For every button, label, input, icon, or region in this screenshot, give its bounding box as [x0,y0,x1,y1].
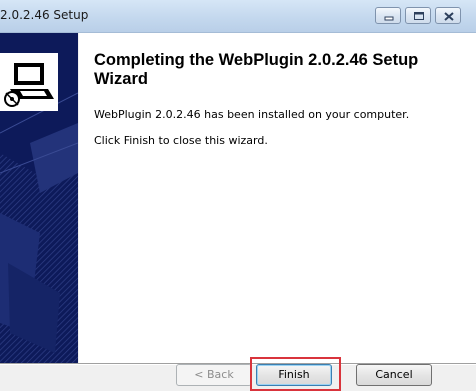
minimize-icon [384,16,394,21]
setup-computer-icon [0,53,58,111]
maximize-button[interactable] [405,7,431,24]
setup-window: 2.0.2.46 Setup Completing the WebPlugin … [0,0,476,391]
finish-instruction: Click Finish to close this wizard. [94,134,268,147]
finish-button[interactable]: Finish [256,364,332,386]
minimize-button[interactable] [375,7,401,24]
close-icon [444,12,454,21]
wizard-content: Completing the WebPlugin 2.0.2.46 Setup … [79,33,476,363]
installed-message: WebPlugin 2.0.2.46 has been installed on… [94,108,410,121]
cancel-button[interactable]: Cancel [356,364,432,386]
window-title: 2.0.2.46 Setup [0,8,89,22]
title-bar[interactable]: 2.0.2.46 Setup [0,0,476,33]
close-button[interactable] [435,7,461,24]
caption-buttons [375,7,461,25]
wizard-banner [0,33,78,363]
maximize-icon [414,12,424,20]
back-button[interactable]: < Back [176,364,252,386]
page-title: Completing the WebPlugin 2.0.2.46 Setup … [94,51,419,88]
